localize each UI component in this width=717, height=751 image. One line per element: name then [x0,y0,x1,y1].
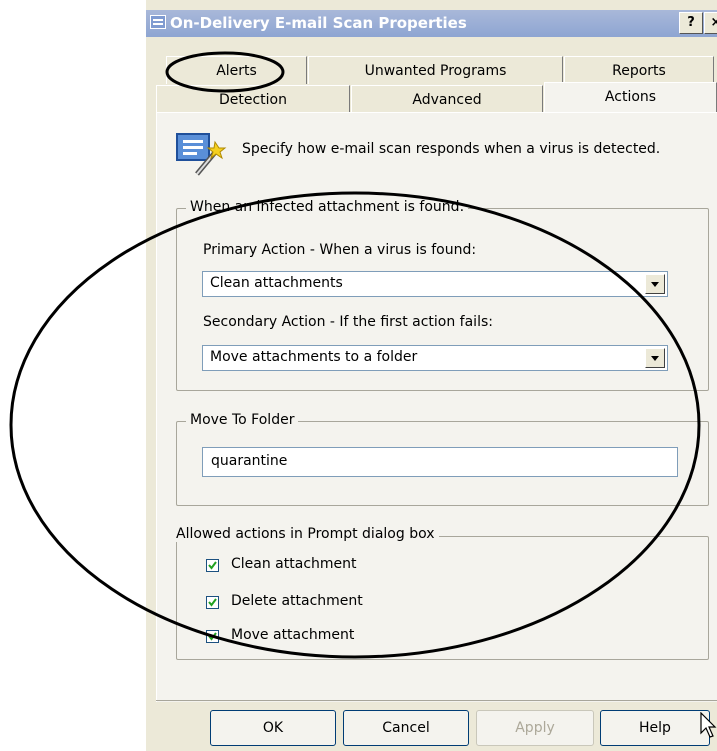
annotation-overlay [9,51,701,659]
alerts-tab-annotation-circle [165,51,285,93]
actions-annotation-circle [9,191,701,659]
